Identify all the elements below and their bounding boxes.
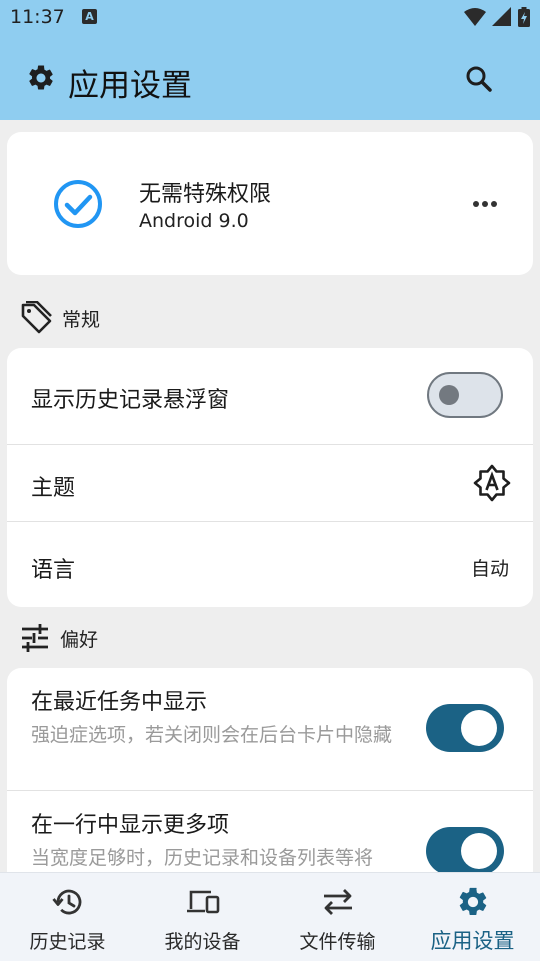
nav-app-settings-label: 应用设置 [430, 929, 515, 953]
app-bar: 应用设置 [0, 36, 540, 120]
section-general-label: 常规 [62, 308, 101, 331]
bottom-navigation: 历史记录 我的设备 文件传输 应用设置 [0, 872, 540, 961]
battery-icon [518, 7, 530, 27]
preferences-card: 在最近任务中显示 强迫症选项，若关闭则会在后台卡片中隐藏 在一行中显示更多项 当… [7, 668, 533, 898]
more-items-label: 在一行中显示更多项 [31, 813, 230, 838]
recent-tasks-toggle[interactable] [426, 704, 504, 752]
android-version: Android 9.0 [139, 210, 249, 232]
page-title: 应用设置 [68, 68, 192, 104]
status-time: 11:37 [10, 6, 65, 28]
check-circle-icon [54, 180, 102, 228]
history-window-toggle[interactable] [427, 372, 503, 418]
nav-file-transfer[interactable]: 文件传输 [270, 873, 405, 961]
section-preferences-label: 偏好 [60, 628, 99, 651]
permission-status-card: 无需特殊权限 Android 9.0 [7, 132, 533, 275]
language-row[interactable]: 语言 自动 [7, 522, 533, 607]
language-value: 自动 [470, 558, 509, 580]
section-preferences: 偏好 [20, 620, 98, 656]
toggle-knob [439, 385, 459, 405]
more-items-description: 当宽度足够时，历史记录和设备列表等将 [31, 847, 374, 869]
notification-icon: A [82, 9, 97, 24]
theme-label: 主题 [31, 476, 76, 501]
language-label: 语言 [31, 558, 76, 583]
theme-row[interactable]: 主题 [7, 445, 533, 521]
history-icon [51, 889, 81, 915]
nav-app-settings[interactable]: 应用设置 [405, 873, 540, 961]
signal-icon [492, 7, 511, 26]
history-window-row[interactable]: 显示历史记录悬浮窗 [7, 348, 533, 444]
more-items-toggle[interactable] [426, 827, 504, 875]
tag-icon [21, 301, 52, 334]
permission-title: 无需特殊权限 [139, 182, 272, 207]
recent-tasks-row[interactable]: 在最近任务中显示 强迫症选项，若关闭则会在后台卡片中隐藏 [7, 668, 533, 790]
status-icons [464, 7, 530, 27]
status-bar: 11:37 A [0, 0, 540, 36]
auto-theme-icon [473, 464, 511, 502]
more-options-icon[interactable] [469, 192, 501, 216]
wifi-icon [464, 8, 486, 26]
search-icon[interactable] [462, 62, 496, 96]
tune-icon [22, 624, 48, 652]
section-general: 常规 [20, 300, 100, 336]
history-window-label: 显示历史记录悬浮窗 [31, 388, 230, 413]
devices-icon [186, 890, 219, 914]
nav-devices[interactable]: 我的设备 [135, 873, 270, 961]
recent-tasks-description: 强迫症选项，若关闭则会在后台卡片中隐藏 [31, 724, 393, 746]
nav-file-transfer-label: 文件传输 [299, 931, 376, 953]
gear-icon [459, 887, 486, 916]
nav-devices-label: 我的设备 [164, 931, 241, 953]
nav-history-label: 历史记录 [29, 931, 106, 953]
gear-icon [29, 65, 53, 90]
toggle-knob [461, 833, 497, 869]
toggle-knob [461, 710, 497, 746]
nav-history[interactable]: 历史记录 [0, 873, 135, 961]
swap-icon [323, 889, 352, 915]
general-settings-card: 显示历史记录悬浮窗 主题 语言 自动 [7, 348, 533, 607]
recent-tasks-label: 在最近任务中显示 [31, 690, 208, 715]
